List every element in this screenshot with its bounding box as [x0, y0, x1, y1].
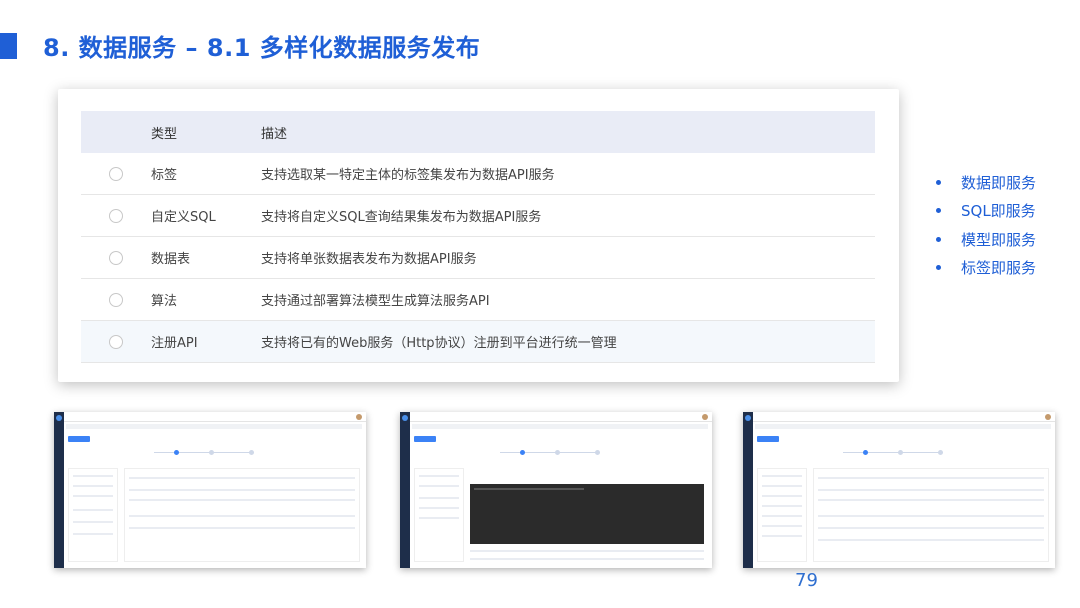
- row-desc: 支持将已有的Web服务（Http协议）注册到平台进行统一管理: [261, 336, 617, 351]
- row-type: 算法: [151, 294, 178, 309]
- bullet-item: 标签即服务: [936, 254, 1036, 283]
- row-type: 注册API: [151, 336, 198, 351]
- screenshot-thumbnail-sql-service: [400, 412, 712, 568]
- service-type-table: 类型 描述 标签 支持选取某一特定主体的标签集发布为数据API服务 自定义SQL…: [81, 111, 875, 363]
- row-desc: 支持通过部署算法模型生成算法服务API: [261, 294, 490, 309]
- row-desc: 支持将自定义SQL查询结果集发布为数据API服务: [261, 210, 542, 225]
- feature-bullet-list: 数据即服务 SQL即服务 模型即服务 标签即服务: [936, 168, 1036, 282]
- table-header: 类型 描述: [81, 111, 875, 153]
- title-accent-bar: [0, 33, 17, 59]
- bullet-item: SQL即服务: [936, 197, 1036, 226]
- row-radio[interactable]: [109, 250, 123, 265]
- page-title: 8. 数据服务 – 8.1 多样化数据服务发布: [43, 34, 481, 62]
- bullet-item: 模型即服务: [936, 225, 1036, 254]
- table-row[interactable]: 自定义SQL 支持将自定义SQL查询结果集发布为数据API服务: [81, 195, 875, 237]
- page-number: 79: [795, 570, 818, 591]
- bullet-dot-icon: [936, 236, 941, 242]
- table-row[interactable]: 数据表 支持将单张数据表发布为数据API服务: [81, 237, 875, 279]
- row-type: 自定义SQL: [151, 210, 216, 225]
- service-type-card: 类型 描述 标签 支持选取某一特定主体的标签集发布为数据API服务 自定义SQL…: [58, 89, 899, 382]
- table-row[interactable]: 注册API 支持将已有的Web服务（Http协议）注册到平台进行统一管理: [81, 321, 875, 363]
- row-radio[interactable]: [109, 166, 123, 181]
- table-row[interactable]: 标签 支持选取某一特定主体的标签集发布为数据API服务: [81, 153, 875, 195]
- bullet-dot-icon: [936, 208, 941, 214]
- row-type: 数据表: [151, 252, 191, 267]
- app-logo-icon: [56, 415, 62, 421]
- column-header-desc: 描述: [261, 126, 288, 142]
- row-radio[interactable]: [109, 208, 123, 223]
- row-desc: 支持将单张数据表发布为数据API服务: [261, 252, 477, 267]
- avatar: [356, 414, 362, 420]
- app-logo-icon: [402, 415, 408, 421]
- table-row[interactable]: 算法 支持通过部署算法模型生成算法服务API: [81, 279, 875, 321]
- row-radio[interactable]: [109, 334, 123, 349]
- avatar: [702, 414, 708, 420]
- bullet-dot-icon: [936, 179, 941, 185]
- row-desc: 支持选取某一特定主体的标签集发布为数据API服务: [261, 168, 555, 183]
- row-type: 标签: [151, 168, 178, 183]
- app-logo-icon: [745, 415, 751, 421]
- column-header-type: 类型: [151, 126, 178, 142]
- screenshot-thumbnail-tag-service: [54, 412, 366, 568]
- screenshot-thumbnail-table-service: [743, 412, 1055, 568]
- bullet-dot-icon: [936, 265, 941, 271]
- row-radio[interactable]: [109, 292, 123, 307]
- bullet-item: 数据即服务: [936, 168, 1036, 197]
- sql-editor: [470, 484, 704, 544]
- avatar: [1045, 414, 1051, 420]
